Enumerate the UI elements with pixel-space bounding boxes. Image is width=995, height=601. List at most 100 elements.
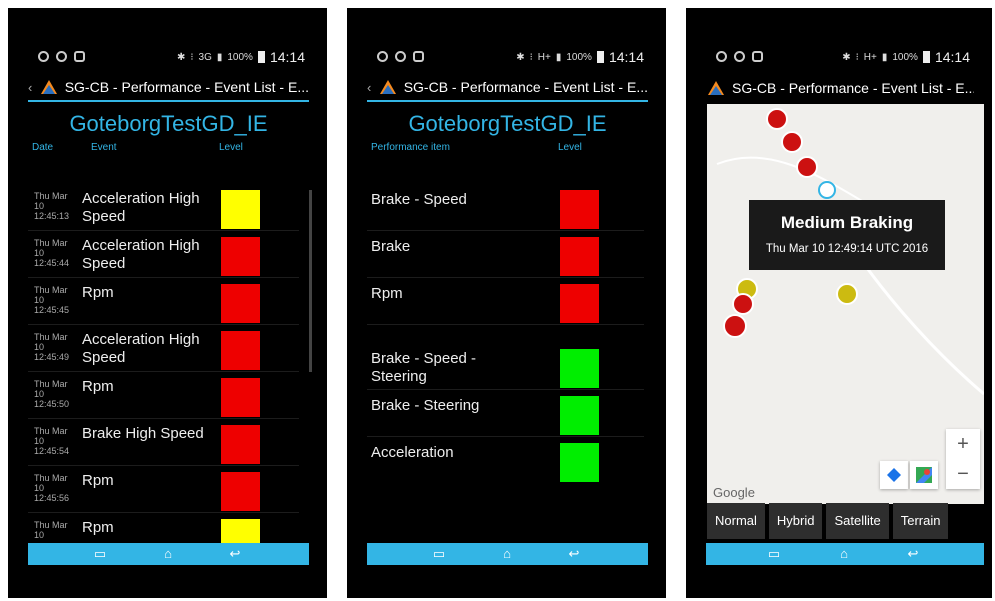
performance-row[interactable]: Brake - Speed - Steering (367, 343, 644, 390)
event-row[interactable]: Thu Mar 10 12:45:13 Acceleration High Sp… (28, 184, 299, 231)
battery-icon (922, 51, 930, 63)
map-canvas (716, 108, 984, 396)
level-indicator (221, 331, 260, 370)
app-logo-icon (379, 80, 396, 94)
level-indicator (221, 190, 260, 229)
app-title: SG-CB - Performance - Event List - E... (64, 79, 309, 95)
alarm-icon (38, 51, 49, 62)
level-indicator (560, 349, 599, 388)
nav-bar: ▭ ⌂ ↩ (367, 543, 648, 565)
back-icon[interactable]: ↩ (223, 546, 247, 562)
recent-apps-icon[interactable]: ▭ (88, 546, 112, 562)
home-icon[interactable]: ⌂ (156, 546, 180, 562)
directions-icon[interactable] (880, 461, 908, 489)
level-indicator (221, 237, 260, 276)
nav-bar: ▭ ⌂ ↩ (28, 543, 309, 565)
event-name: Acceleration High Speed (82, 190, 200, 225)
event-name: Brake High Speed (82, 425, 204, 442)
event-date: Thu Mar 10 12:45:44 (34, 238, 70, 268)
event-row[interactable]: Thu Mar 10 12:45:54 Brake High Speed (28, 419, 299, 466)
event-name: Rpm (82, 472, 114, 489)
up-back-icon[interactable]: ‹ (28, 80, 33, 95)
status-bar: ✱ ⁝ H+ ▮ 100% 14:14 (686, 48, 992, 68)
level-indicator (221, 378, 260, 417)
recent-apps-icon[interactable]: ▭ (762, 546, 786, 562)
event-row[interactable]: Thu Mar 10 12:45:50 Rpm (28, 372, 299, 419)
map-type-satellite-button[interactable]: Satellite (826, 503, 889, 539)
performance-item-name: Rpm (371, 285, 403, 302)
performance-item-name: Acceleration (371, 444, 454, 461)
event-row[interactable]: Thu Mar 10 12:45:49 Acceleration High Sp… (28, 325, 299, 372)
bluetooth-icon: ✱ (176, 51, 186, 63)
event-marker[interactable] (781, 131, 803, 153)
home-icon[interactable]: ⌂ (832, 546, 856, 562)
event-row[interactable]: Thu Mar 10 Rpm (28, 513, 299, 543)
zoom-in-button[interactable]: + (946, 429, 980, 459)
selected-marker[interactable] (818, 181, 836, 199)
event-marker[interactable] (836, 283, 858, 305)
back-icon[interactable]: ↩ (562, 546, 586, 562)
scrollbar[interactable] (309, 190, 312, 372)
event-date: Thu Mar 10 12:45:50 (34, 379, 70, 409)
vibrate-icon: ⁝ (855, 51, 859, 63)
performance-row[interactable]: Brake - Steering (367, 390, 644, 437)
photo-icon (74, 51, 85, 62)
event-row[interactable]: Thu Mar 10 12:45:44 Acceleration High Sp… (28, 231, 299, 278)
column-header-event: Event (91, 142, 117, 153)
event-date: Thu Mar 10 12:45:13 (34, 191, 70, 221)
app-bar: SG-CB - Performance - Event List - E... (706, 74, 974, 102)
event-name: Acceleration High Speed (82, 237, 200, 272)
home-icon[interactable]: ⌂ (495, 546, 519, 562)
back-icon[interactable]: ↩ (901, 546, 925, 562)
zoom-out-button[interactable]: − (946, 459, 980, 489)
network-type: H+ (863, 51, 877, 63)
map-type-normal-button[interactable]: Normal (707, 503, 765, 539)
level-indicator (560, 443, 599, 482)
up-back-icon[interactable]: ‹ (367, 80, 372, 95)
event-row[interactable]: Thu Mar 10 12:45:45 Rpm (28, 278, 299, 325)
battery-percent: 100% (227, 51, 253, 63)
level-indicator (560, 396, 599, 435)
app-title: SG-CB - Performance - Event List - E... (732, 80, 974, 96)
open-in-maps-icon[interactable] (910, 461, 938, 489)
app-logo-icon (708, 81, 724, 95)
marker-info-window[interactable]: Medium Braking Thu Mar 10 12:49:14 UTC 2… (749, 200, 945, 270)
network-type: H+ (537, 51, 551, 63)
event-date: Thu Mar 10 (34, 520, 68, 540)
performance-row[interactable]: Brake - Speed (367, 184, 644, 231)
event-marker[interactable] (796, 156, 818, 178)
photo-icon (413, 51, 424, 62)
performance-row[interactable]: Brake (367, 231, 644, 278)
signal-icon: ▮ (216, 51, 223, 63)
level-indicator (560, 284, 599, 323)
event-row[interactable]: Thu Mar 10 12:45:56 Rpm (28, 466, 299, 513)
level-indicator (221, 425, 260, 464)
map-view[interactable]: Medium Braking Thu Mar 10 12:49:14 UTC 2… (707, 104, 984, 504)
event-marker[interactable] (723, 314, 747, 338)
battery-percent: 100% (892, 51, 918, 63)
map-type-terrain-button[interactable]: Terrain (892, 503, 949, 539)
clock-icon (734, 51, 745, 62)
event-date: Thu Mar 10 12:45:56 (34, 473, 70, 503)
clock-time: 14:14 (934, 49, 970, 65)
performance-item-name: Brake - Speed - Steering (371, 350, 477, 385)
app-logo-icon (40, 80, 57, 94)
event-marker[interactable] (732, 293, 754, 315)
clock-icon (395, 51, 406, 62)
performance-row[interactable]: Rpm (367, 278, 644, 325)
column-header-date: Date (32, 142, 54, 153)
event-name: Rpm (82, 378, 114, 395)
event-marker[interactable] (766, 108, 788, 130)
map-road (855, 253, 984, 396)
level-indicator (221, 472, 260, 511)
phone-screen-performance-list: ✱ ⁝ H+ ▮ 100% 14:14 ‹ SG-CB - Performanc… (347, 8, 666, 598)
clock-icon (56, 51, 67, 62)
info-window-timestamp: Thu Mar 10 12:49:14 UTC 2016 (765, 243, 929, 255)
level-indicator (221, 284, 260, 323)
recent-apps-icon[interactable]: ▭ (427, 546, 451, 562)
performance-row[interactable]: Acceleration (367, 437, 644, 484)
battery-icon (257, 51, 265, 63)
test-title: GoteborgTestGD_IE (408, 111, 607, 136)
map-type-hybrid-button[interactable]: Hybrid (768, 503, 823, 539)
info-window-title: Medium Braking (780, 213, 914, 232)
